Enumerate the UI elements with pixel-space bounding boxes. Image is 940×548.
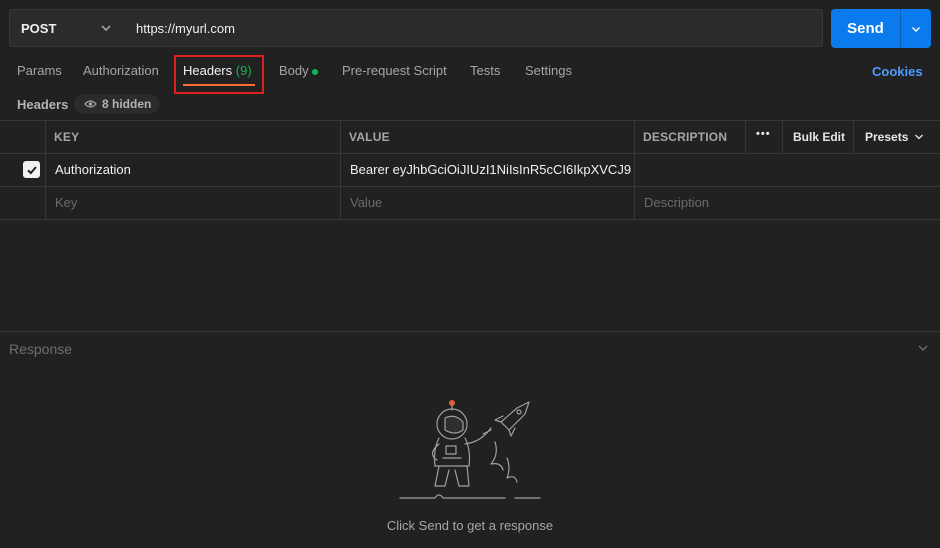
tab-pre-request-script[interactable]: Pre-request Script bbox=[342, 63, 447, 78]
column-header-value: VALUE bbox=[349, 130, 390, 144]
table-border-top bbox=[0, 120, 940, 121]
chevron-down-icon bbox=[912, 26, 920, 32]
col-divider bbox=[340, 120, 341, 220]
send-button[interactable]: Send bbox=[831, 9, 900, 48]
eye-icon bbox=[84, 100, 97, 108]
url-value: https://myurl.com bbox=[136, 20, 235, 36]
row-enabled-checkbox[interactable] bbox=[23, 161, 40, 178]
tab-authorization[interactable]: Authorization bbox=[83, 63, 159, 78]
chevron-down-icon[interactable] bbox=[917, 342, 929, 354]
method-label: POST bbox=[21, 20, 57, 36]
col-divider bbox=[634, 120, 635, 220]
tab-tests[interactable]: Tests bbox=[470, 63, 500, 78]
url-input[interactable]: https://myurl.com bbox=[124, 9, 823, 47]
col-divider bbox=[782, 120, 783, 154]
astronaut-illustration bbox=[399, 400, 541, 499]
response-label: Response bbox=[9, 341, 73, 357]
response-divider bbox=[0, 331, 940, 332]
chevron-down-icon bbox=[101, 25, 111, 31]
new-key-input[interactable]: Key bbox=[55, 195, 77, 210]
header-value-cell[interactable]: Bearer eyJhbGciOiJIUzI1NiIsInR5cCI6IkpXV… bbox=[350, 162, 632, 177]
more-options-button[interactable]: ••• bbox=[756, 128, 771, 140]
column-header-description: DESCRIPTION bbox=[643, 130, 728, 144]
body-indicator-dot bbox=[312, 69, 318, 75]
tab-body[interactable]: Body bbox=[279, 63, 309, 78]
highlight-annotation-box bbox=[174, 55, 264, 94]
hidden-headers-toggle[interactable]: 8 hidden bbox=[74, 94, 159, 114]
tab-params[interactable]: Params bbox=[17, 63, 62, 78]
chevron-down-icon bbox=[915, 134, 924, 140]
bulk-edit-button[interactable]: Bulk Edit bbox=[793, 130, 845, 144]
col-divider bbox=[853, 120, 854, 154]
send-options-button[interactable] bbox=[900, 9, 931, 48]
empty-response-message: Click Send to get a response bbox=[386, 518, 554, 533]
presets-label: Presets bbox=[865, 130, 909, 144]
hidden-headers-label: 8 hidden bbox=[102, 97, 152, 111]
header-key-cell[interactable]: Authorization bbox=[55, 162, 335, 177]
presets-dropdown[interactable]: Presets bbox=[865, 130, 924, 144]
column-header-key: KEY bbox=[54, 130, 80, 144]
table-border-bottom bbox=[0, 219, 940, 220]
table-row-divider bbox=[0, 186, 940, 187]
method-select[interactable]: POST bbox=[9, 9, 125, 47]
send-label: Send bbox=[847, 20, 884, 37]
headers-section-label: Headers bbox=[17, 97, 69, 112]
cookies-link[interactable]: Cookies bbox=[872, 64, 923, 79]
new-value-input[interactable]: Value bbox=[350, 195, 382, 210]
table-header-divider bbox=[0, 153, 940, 154]
col-divider bbox=[745, 120, 746, 154]
checkmark-icon bbox=[26, 165, 37, 174]
tab-settings[interactable]: Settings bbox=[525, 63, 572, 78]
col-divider bbox=[45, 120, 46, 220]
new-description-input[interactable]: Description bbox=[644, 195, 709, 210]
